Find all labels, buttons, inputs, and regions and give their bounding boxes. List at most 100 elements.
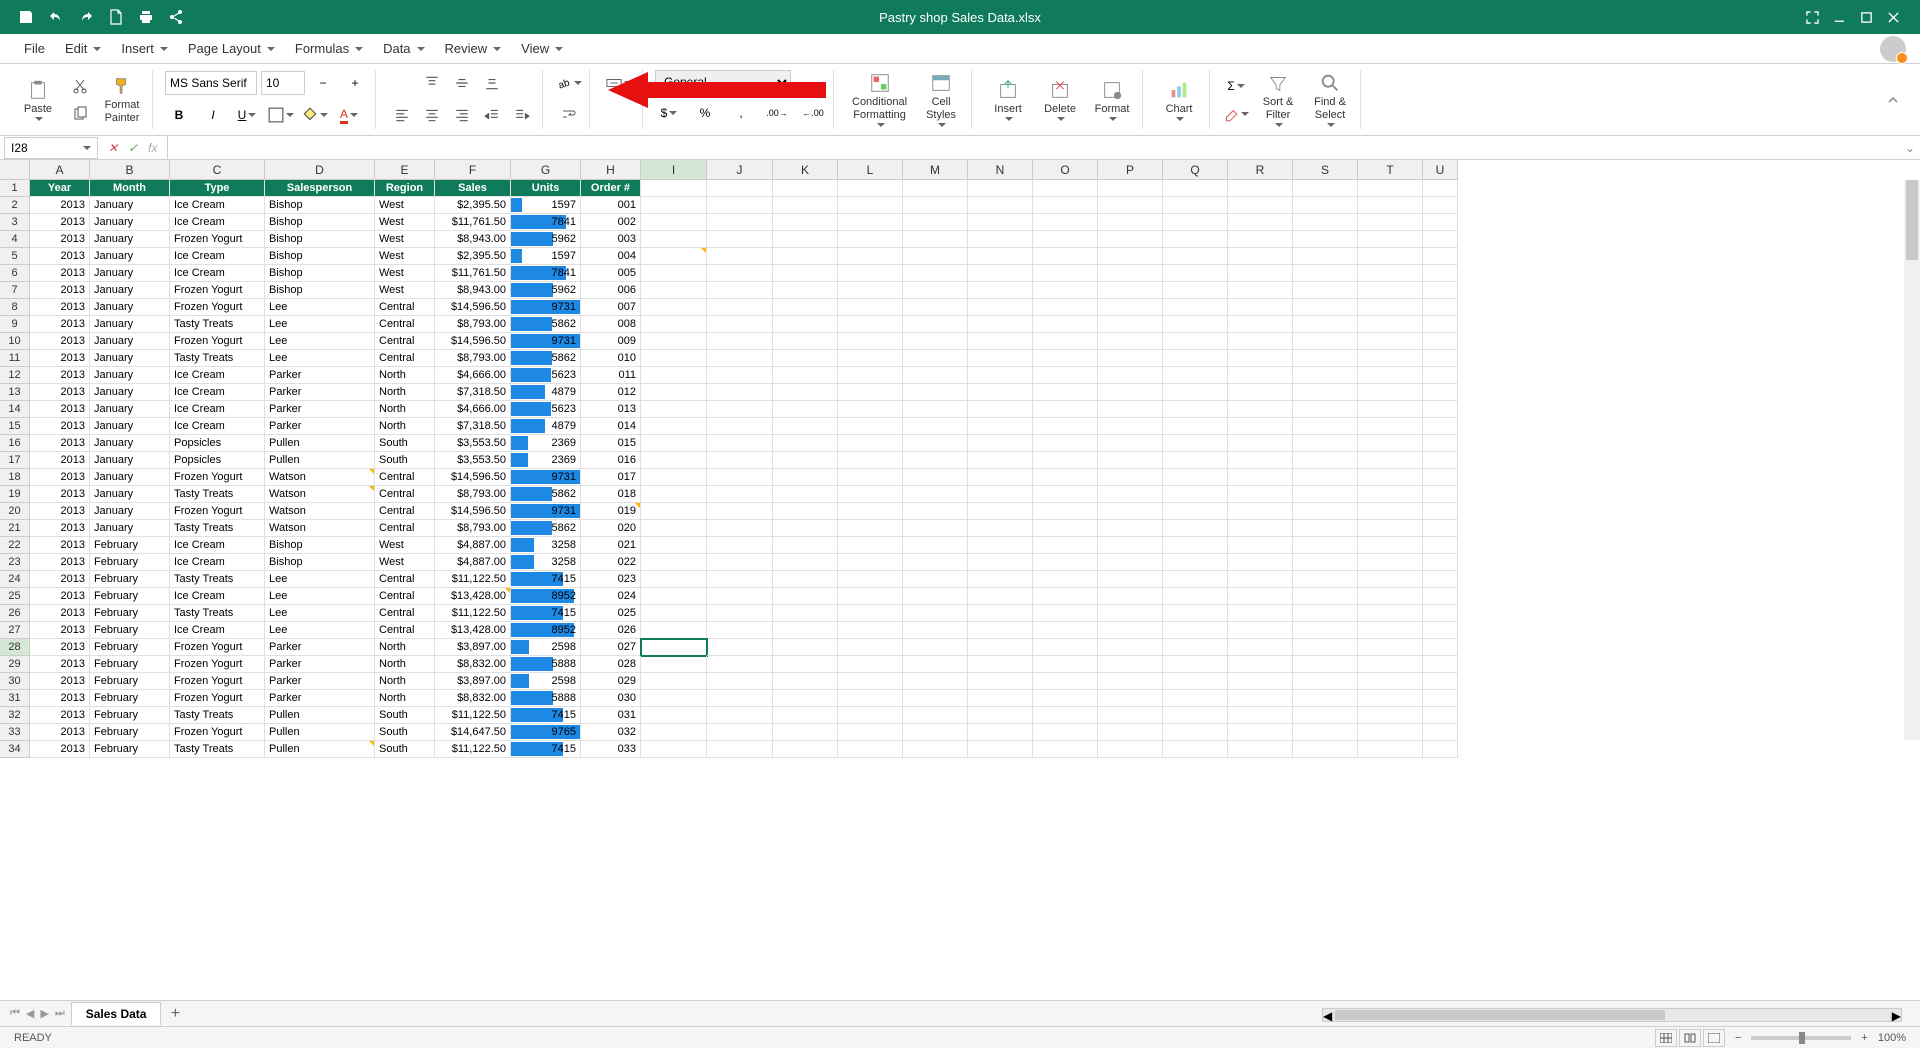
cell[interactable]	[1033, 180, 1098, 197]
cell[interactable]: $14,596.50	[435, 469, 511, 486]
cell[interactable]	[838, 299, 903, 316]
cell[interactable]	[773, 197, 838, 214]
cell[interactable]: Parker	[265, 384, 375, 401]
cell[interactable]: Pullen	[265, 724, 375, 741]
cell[interactable]: January	[90, 231, 170, 248]
cell[interactable]	[1358, 180, 1423, 197]
col-header[interactable]: F	[435, 160, 511, 180]
cell[interactable]: 2013	[30, 656, 90, 673]
cell[interactable]	[1358, 503, 1423, 520]
cell[interactable]	[1033, 367, 1098, 384]
cell[interactable]	[641, 503, 707, 520]
cell[interactable]	[1358, 197, 1423, 214]
cell[interactable]: 5888	[511, 690, 581, 707]
cell[interactable]: 025	[581, 605, 641, 622]
cell[interactable]	[707, 452, 773, 469]
cell[interactable]	[838, 656, 903, 673]
cell[interactable]: Tasty Treats	[170, 486, 265, 503]
select-all-corner[interactable]	[0, 160, 30, 180]
align-bottom-icon[interactable]	[478, 70, 506, 96]
cell[interactable]	[1293, 554, 1358, 571]
cell[interactable]	[773, 316, 838, 333]
cell[interactable]: 7415	[511, 741, 581, 758]
cell[interactable]	[1228, 350, 1293, 367]
cell[interactable]: Frozen Yogurt	[170, 469, 265, 486]
cell[interactable]	[1163, 299, 1228, 316]
cell[interactable]	[1033, 384, 1098, 401]
cell[interactable]	[1423, 571, 1458, 588]
cell[interactable]: Bishop	[265, 265, 375, 282]
cell[interactable]	[1098, 554, 1163, 571]
cell[interactable]	[1163, 503, 1228, 520]
cell[interactable]	[838, 452, 903, 469]
cell[interactable]	[1423, 418, 1458, 435]
cell[interactable]	[1033, 724, 1098, 741]
indent-increase-icon[interactable]	[508, 102, 536, 128]
cell[interactable]: Ice Cream	[170, 214, 265, 231]
cell[interactable]: 2369	[511, 435, 581, 452]
cell[interactable]	[838, 316, 903, 333]
indent-decrease-icon[interactable]	[478, 102, 506, 128]
cell[interactable]	[968, 724, 1033, 741]
cell[interactable]: 018	[581, 486, 641, 503]
cell[interactable]: Central	[375, 503, 435, 520]
font-decrease-icon[interactable]: −	[309, 70, 337, 96]
cell[interactable]	[1163, 282, 1228, 299]
cell[interactable]	[641, 673, 707, 690]
cell[interactable]	[1423, 656, 1458, 673]
cell[interactable]: February	[90, 724, 170, 741]
cell[interactable]	[641, 622, 707, 639]
cell[interactable]	[773, 435, 838, 452]
cell[interactable]	[1358, 401, 1423, 418]
cell[interactable]: 013	[581, 401, 641, 418]
menu-view[interactable]: View	[511, 35, 573, 62]
cell[interactable]: 5623	[511, 367, 581, 384]
sort-filter-button[interactable]: Sort & Filter	[1254, 68, 1302, 130]
redo-icon[interactable]	[78, 9, 94, 25]
cell[interactable]: Frozen Yogurt	[170, 639, 265, 656]
cell[interactable]	[903, 197, 968, 214]
cell[interactable]	[1423, 316, 1458, 333]
cell[interactable]	[1033, 401, 1098, 418]
cell[interactable]: 5862	[511, 350, 581, 367]
cell[interactable]: Frozen Yogurt	[170, 656, 265, 673]
cell[interactable]: West	[375, 248, 435, 265]
cell[interactable]: 5862	[511, 316, 581, 333]
cell[interactable]: Tasty Treats	[170, 741, 265, 758]
cell[interactable]	[1293, 180, 1358, 197]
cell[interactable]: 4879	[511, 418, 581, 435]
cell[interactable]: Central	[375, 333, 435, 350]
close-icon[interactable]	[1887, 11, 1900, 24]
cell[interactable]	[1163, 656, 1228, 673]
percent-icon[interactable]: %	[691, 100, 719, 126]
cell[interactable]	[641, 401, 707, 418]
col-header[interactable]: O	[1033, 160, 1098, 180]
cell[interactable]	[1293, 656, 1358, 673]
cell[interactable]: Lee	[265, 571, 375, 588]
cell[interactable]: North	[375, 384, 435, 401]
cell[interactable]	[903, 384, 968, 401]
cell[interactable]	[1163, 639, 1228, 656]
cell[interactable]	[641, 333, 707, 350]
cell[interactable]	[641, 435, 707, 452]
cell[interactable]: Ice Cream	[170, 265, 265, 282]
cell[interactable]	[1228, 214, 1293, 231]
cell[interactable]	[903, 452, 968, 469]
cell[interactable]	[1293, 571, 1358, 588]
cell[interactable]	[968, 571, 1033, 588]
cell[interactable]	[1098, 350, 1163, 367]
cell[interactable]: Frozen Yogurt	[170, 673, 265, 690]
cell[interactable]	[641, 741, 707, 758]
cell[interactable]	[773, 452, 838, 469]
cell[interactable]	[1033, 299, 1098, 316]
cell[interactable]	[1033, 605, 1098, 622]
cell[interactable]	[903, 401, 968, 418]
cut-icon[interactable]	[66, 73, 94, 99]
horizontal-scrollbar[interactable]: ◀▶	[1322, 1008, 1902, 1022]
cell[interactable]: West	[375, 197, 435, 214]
cell[interactable]	[1423, 588, 1458, 605]
save-icon[interactable]	[18, 9, 34, 25]
cell[interactable]: Tasty Treats	[170, 605, 265, 622]
cell[interactable]	[773, 554, 838, 571]
cell[interactable]: Parker	[265, 418, 375, 435]
